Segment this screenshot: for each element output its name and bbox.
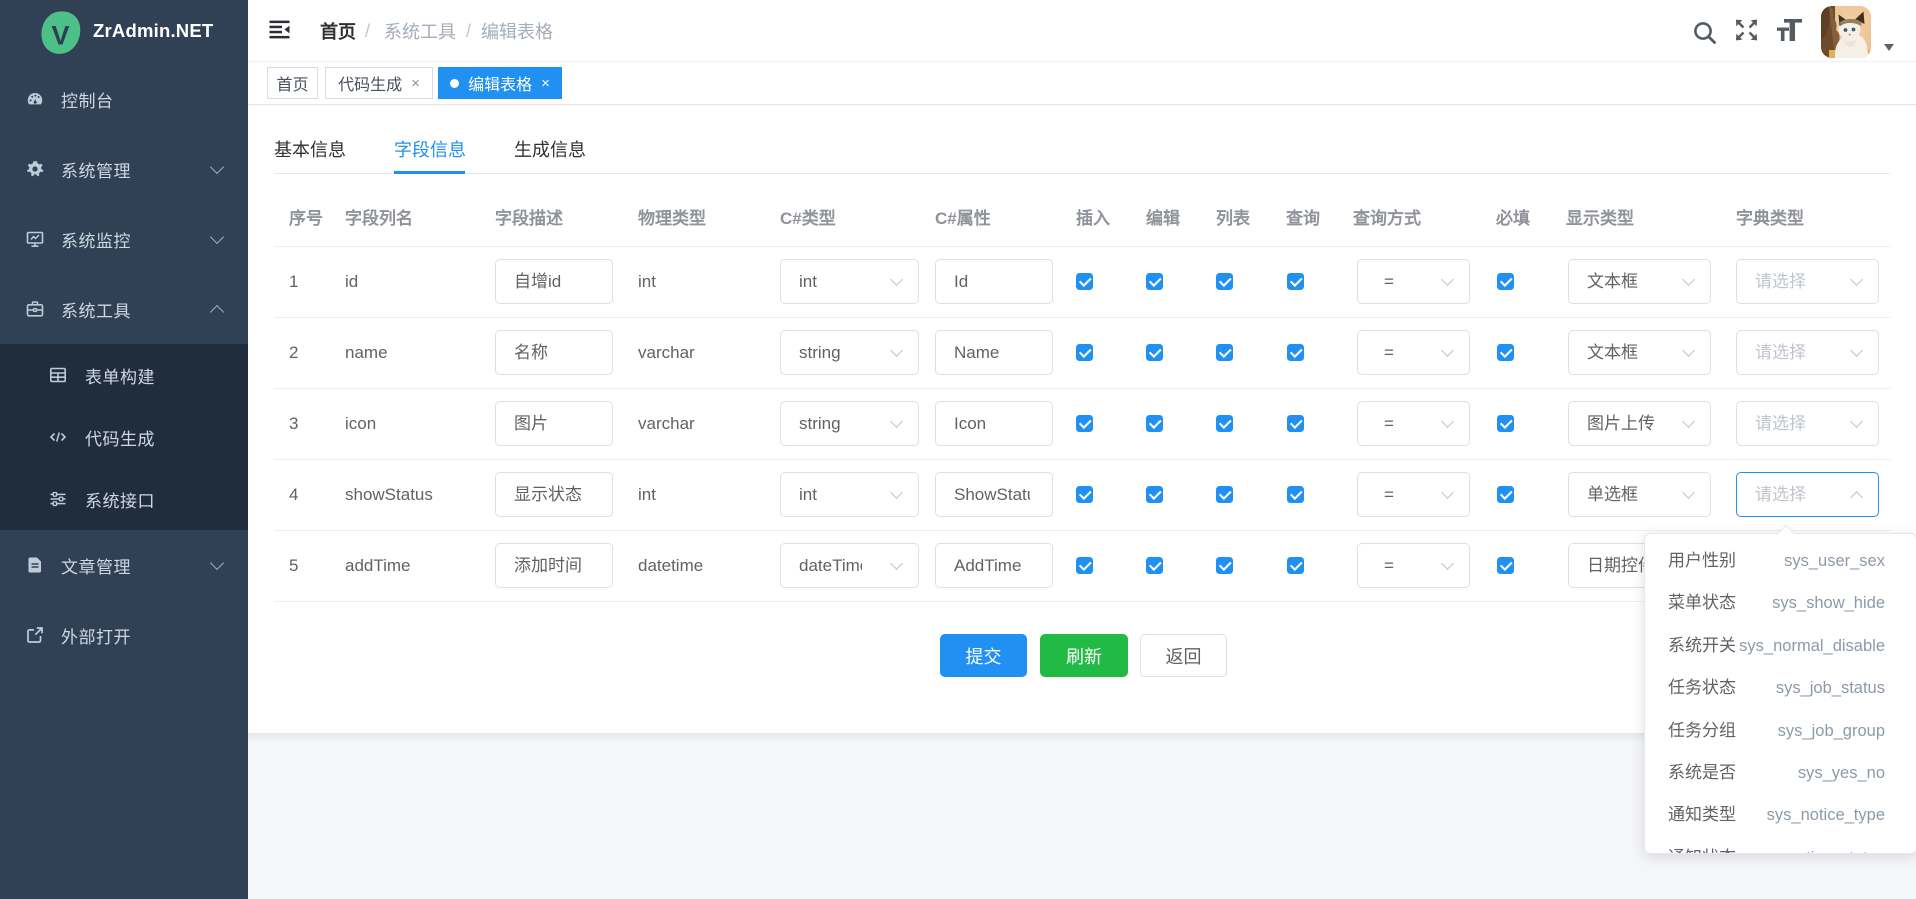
svg-text:V: V	[51, 21, 69, 51]
